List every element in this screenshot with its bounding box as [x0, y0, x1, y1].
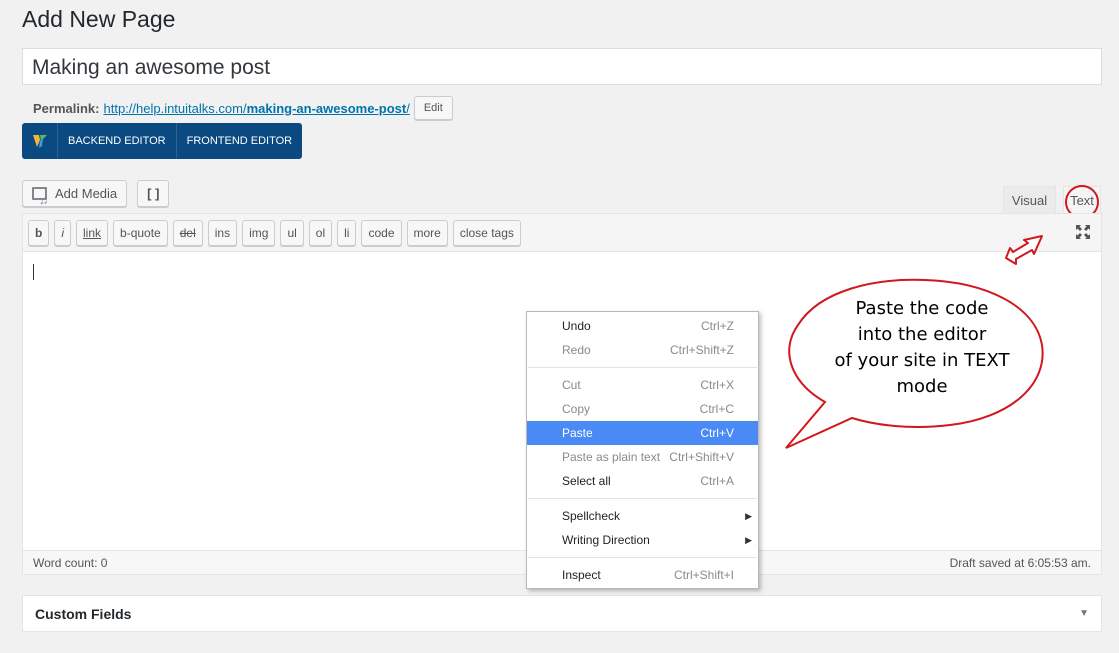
- tab-visual[interactable]: Visual: [1003, 186, 1056, 213]
- menu-item-inspect[interactable]: Inspect Ctrl+Shift+I: [527, 563, 758, 587]
- menu-item-cut[interactable]: Cut Ctrl+X: [527, 373, 758, 397]
- caret-down-icon[interactable]: ▼: [1079, 608, 1089, 619]
- menu-item-redo[interactable]: Redo Ctrl+Shift+Z: [527, 338, 758, 362]
- context-menu: Undo Ctrl+Z Redo Ctrl+Shift+Z Cut Ctrl+X…: [526, 311, 759, 589]
- quicktag-link-button[interactable]: link: [76, 219, 109, 246]
- menu-item-undo[interactable]: Undo Ctrl+Z: [527, 314, 758, 338]
- quicktag-ul-button[interactable]: ul: [280, 219, 304, 246]
- permalink-link[interactable]: http://help.intuitalks.com/making-an-awe…: [103, 101, 409, 116]
- menu-item-writing-direction[interactable]: Writing Direction ▶: [527, 528, 758, 552]
- shortcode-button[interactable]: [ ]: [137, 180, 170, 207]
- quicktag-italic-button[interactable]: i: [54, 219, 72, 246]
- quicktag-close-tags-button[interactable]: close tags: [452, 219, 521, 246]
- quicktag-del-button[interactable]: del: [172, 219, 203, 246]
- annotation-arrow-icon: [1005, 235, 1043, 265]
- word-count: Word count: 0: [33, 555, 108, 570]
- custom-fields-box[interactable]: Custom Fields ▼: [22, 595, 1102, 632]
- page-builder-bar: BACKEND EDITOR FRONTEND EDITOR: [22, 123, 303, 159]
- backend-editor-button[interactable]: BACKEND EDITOR: [58, 123, 176, 159]
- quicktag-ol-button[interactable]: ol: [308, 219, 333, 246]
- frontend-editor-button[interactable]: FRONTEND EDITOR: [175, 123, 303, 159]
- media-buttons: Add Media [ ]: [22, 180, 170, 213]
- text-cursor: [33, 264, 34, 280]
- fullscreen-icon[interactable]: [1075, 224, 1091, 240]
- quicktags-toolbar: b i link b-quote del ins img ul ol li co…: [23, 214, 1101, 252]
- quicktag-bold-button[interactable]: b: [28, 219, 50, 246]
- quicktag-code-button[interactable]: code: [361, 219, 402, 246]
- submenu-arrow-icon: ▶: [745, 511, 752, 521]
- permalink-row: Permalink: http://help.intuitalks.com/ma…: [33, 96, 453, 120]
- tab-text[interactable]: Text: [1063, 186, 1101, 214]
- post-title-input[interactable]: Making an awesome post: [22, 48, 1102, 85]
- quicktag-more-button[interactable]: more: [406, 219, 448, 246]
- callout-text: Paste the code into the editor of your s…: [834, 298, 1010, 397]
- menu-item-spellcheck[interactable]: Spellcheck ▶: [527, 504, 758, 528]
- quicktag-img-button[interactable]: img: [242, 219, 276, 246]
- quicktag-li-button[interactable]: li: [337, 219, 357, 246]
- page-builder-logo-icon: [22, 123, 58, 159]
- add-media-label: Add Media: [55, 186, 118, 201]
- page-title: Add New Page: [22, 6, 176, 32]
- menu-separator: [528, 557, 757, 558]
- menu-item-paste-plain-text[interactable]: Paste as plain text Ctrl+Shift+V: [527, 445, 758, 469]
- permalink-label: Permalink:: [33, 100, 100, 116]
- menu-separator: [528, 367, 757, 368]
- quicktag-blockquote-button[interactable]: b-quote: [113, 219, 168, 246]
- menu-item-select-all[interactable]: Select all Ctrl+A: [527, 469, 758, 493]
- submenu-arrow-icon: ▶: [745, 535, 752, 545]
- add-media-icon: [32, 186, 50, 213]
- custom-fields-title: Custom Fields: [35, 605, 132, 622]
- add-media-button[interactable]: Add Media: [22, 180, 128, 213]
- quicktag-ins-button[interactable]: ins: [207, 219, 238, 246]
- menu-separator: [528, 498, 757, 499]
- draft-saved-status: Draft saved at 6:05:53 am.: [949, 555, 1091, 570]
- permalink-edit-button[interactable]: Edit: [413, 96, 453, 120]
- menu-item-paste[interactable]: Paste Ctrl+V: [527, 421, 758, 445]
- menu-item-copy[interactable]: Copy Ctrl+C: [527, 397, 758, 421]
